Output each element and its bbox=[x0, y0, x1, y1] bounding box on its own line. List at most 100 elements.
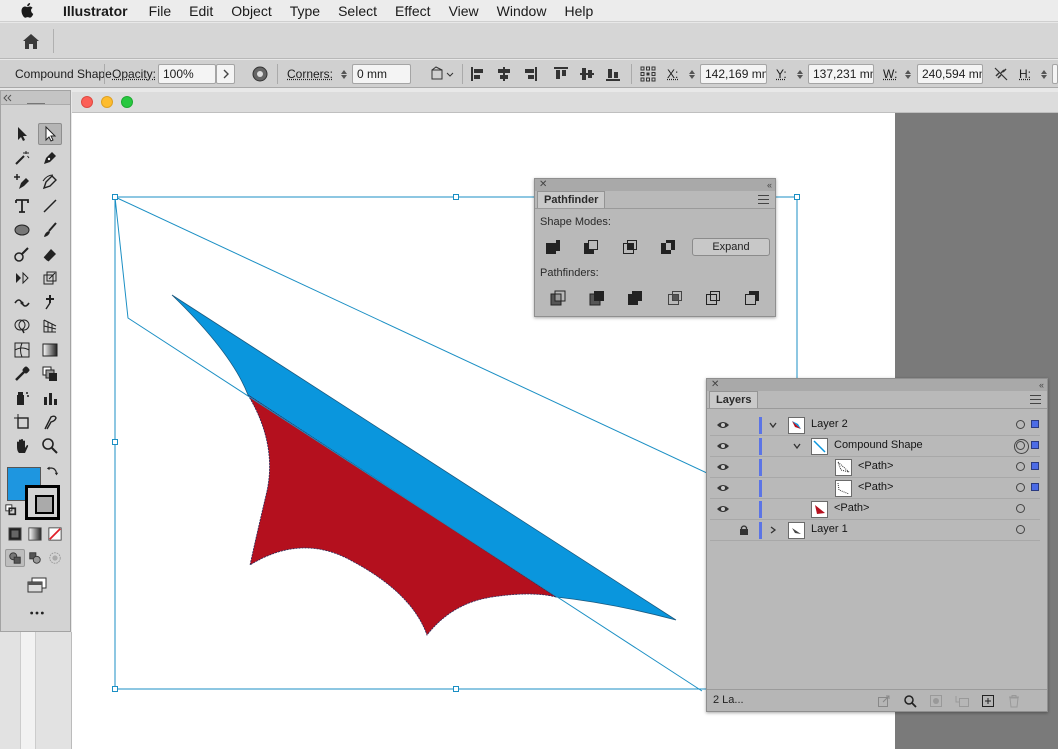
menu-object[interactable]: Object bbox=[222, 3, 280, 19]
create-sublayer-icon[interactable] bbox=[955, 694, 969, 708]
collect-for-export-icon[interactable] bbox=[877, 694, 891, 708]
minus-back-icon[interactable] bbox=[742, 288, 762, 308]
puppet-warp-tool-icon[interactable] bbox=[38, 291, 62, 313]
corners-label[interactable]: Corners: bbox=[287, 60, 333, 88]
gradient-tool-icon[interactable] bbox=[38, 339, 62, 361]
type-tool-icon[interactable] bbox=[10, 195, 34, 217]
locate-object-icon[interactable] bbox=[903, 694, 917, 708]
add-anchor-point-tool-icon[interactable] bbox=[10, 171, 34, 193]
exclude-icon[interactable] bbox=[658, 237, 678, 257]
minus-front-icon[interactable] bbox=[581, 237, 601, 257]
outline-icon[interactable] bbox=[703, 288, 723, 308]
perspective-grid-tool-icon[interactable] bbox=[38, 315, 62, 337]
menu-file[interactable]: File bbox=[140, 3, 181, 19]
fill-color-mode-icon[interactable] bbox=[5, 525, 25, 543]
curvature-tool-icon[interactable] bbox=[38, 171, 62, 193]
pen-tool-icon[interactable] bbox=[38, 147, 62, 169]
target-circle-icon[interactable] bbox=[1016, 462, 1025, 471]
draw-inside-icon[interactable] bbox=[45, 549, 65, 567]
target-circle-icon[interactable] bbox=[1016, 483, 1025, 492]
line-segment-tool-icon[interactable] bbox=[38, 195, 62, 217]
shape-options-icon[interactable] bbox=[430, 66, 456, 82]
pathfinder-menu-icon[interactable] bbox=[758, 195, 769, 204]
menu-view[interactable]: View bbox=[440, 3, 488, 19]
create-new-layer-icon[interactable] bbox=[981, 694, 995, 708]
menu-type[interactable]: Type bbox=[281, 3, 329, 19]
visibility-eye-icon[interactable] bbox=[716, 462, 730, 472]
opacity-label[interactable]: Opacity: bbox=[112, 60, 156, 88]
hand-tool-icon[interactable] bbox=[10, 435, 34, 457]
edit-toolbar-icon[interactable] bbox=[23, 605, 51, 621]
ellipse-tool-icon[interactable] bbox=[10, 219, 34, 241]
artboard-tool-icon[interactable] bbox=[10, 411, 34, 433]
delete-layer-icon[interactable] bbox=[1007, 694, 1021, 708]
align-bottom-icon[interactable] bbox=[605, 66, 621, 82]
window-close-button[interactable] bbox=[81, 96, 93, 108]
draw-behind-icon[interactable] bbox=[25, 549, 45, 567]
layer-row-compound-shape[interactable]: Compound Shape bbox=[710, 436, 1040, 457]
layer-row-layer-2[interactable]: Layer 2 bbox=[710, 415, 1040, 436]
visibility-eye-icon[interactable] bbox=[716, 483, 730, 493]
x-label[interactable]: X: bbox=[667, 60, 678, 88]
tools-panel-grip[interactable] bbox=[1, 91, 70, 105]
scale-tool-icon[interactable] bbox=[38, 267, 62, 289]
layer-row-path[interactable]: <Path> bbox=[710, 478, 1040, 499]
menu-window[interactable]: Window bbox=[488, 3, 556, 19]
layer-row-path[interactable]: <Path> bbox=[710, 499, 1040, 520]
tab-pathfinder[interactable]: Pathfinder bbox=[537, 191, 606, 208]
lock-icon[interactable] bbox=[738, 524, 750, 536]
layer-name[interactable]: Layer 2 bbox=[811, 418, 848, 430]
none-mode-icon[interactable] bbox=[45, 525, 65, 543]
layer-row-path[interactable]: <Path> bbox=[710, 457, 1040, 478]
chevron-down-icon[interactable] bbox=[768, 420, 778, 430]
w-label[interactable]: W: bbox=[883, 60, 897, 88]
pathfinder-collapse-icon[interactable]: ‹‹ bbox=[767, 179, 772, 191]
layers-collapse-icon[interactable]: ‹‹ bbox=[1039, 379, 1044, 391]
trim-icon[interactable] bbox=[587, 288, 607, 308]
selection-indicator[interactable] bbox=[1031, 420, 1039, 428]
align-horizontal-center-icon[interactable] bbox=[496, 66, 512, 82]
constrain-proportions-icon[interactable] bbox=[993, 66, 1009, 82]
visibility-eye-icon[interactable] bbox=[716, 504, 730, 514]
menu-effect[interactable]: Effect bbox=[386, 3, 440, 19]
home-icon[interactable] bbox=[18, 29, 44, 53]
paintbrush-tool-icon[interactable] bbox=[38, 219, 62, 241]
target-circle-icon[interactable] bbox=[1016, 420, 1025, 429]
crop-icon[interactable] bbox=[665, 288, 685, 308]
opacity-expand-button[interactable] bbox=[216, 64, 235, 84]
zoom-tool-icon[interactable] bbox=[38, 435, 62, 457]
align-left-icon[interactable] bbox=[470, 66, 486, 82]
draw-normal-icon[interactable] bbox=[5, 549, 25, 567]
align-vertical-center-icon[interactable] bbox=[579, 66, 595, 82]
h-label[interactable]: H: bbox=[1019, 60, 1031, 88]
blend-tool-icon[interactable] bbox=[38, 363, 62, 385]
symbol-sprayer-tool-icon[interactable] bbox=[10, 387, 34, 409]
visibility-eye-icon[interactable] bbox=[716, 441, 730, 451]
selection-indicator[interactable] bbox=[1031, 441, 1039, 449]
y-label[interactable]: Y: bbox=[776, 60, 787, 88]
change-screen-mode-icon[interactable] bbox=[23, 575, 51, 595]
magic-wand-tool-icon[interactable] bbox=[10, 147, 34, 169]
mesh-tool-icon[interactable] bbox=[10, 339, 34, 361]
pathfinder-close-icon[interactable]: ✕ bbox=[539, 179, 547, 191]
gradient-mode-icon[interactable] bbox=[25, 525, 45, 543]
corners-stepper[interactable] bbox=[337, 64, 350, 84]
chevron-right-icon[interactable] bbox=[768, 525, 778, 535]
layer-name[interactable]: Layer 1 bbox=[811, 523, 848, 535]
y-stepper[interactable] bbox=[793, 64, 806, 84]
default-fill-stroke-icon[interactable] bbox=[4, 503, 18, 517]
apple-icon[interactable] bbox=[20, 2, 36, 19]
menu-edit[interactable]: Edit bbox=[180, 3, 222, 19]
visibility-eye-icon[interactable] bbox=[716, 420, 730, 430]
eraser-tool-icon[interactable] bbox=[38, 243, 62, 265]
expand-button[interactable]: Expand bbox=[692, 238, 770, 256]
slice-tool-icon[interactable] bbox=[38, 411, 62, 433]
w-field[interactable]: 240,594 mm bbox=[917, 64, 983, 84]
target-circle-icon[interactable] bbox=[1014, 439, 1029, 454]
menu-help[interactable]: Help bbox=[555, 3, 602, 19]
align-right-icon[interactable] bbox=[522, 66, 538, 82]
corners-field[interactable]: 0 mm bbox=[352, 64, 411, 84]
intersect-icon[interactable] bbox=[620, 237, 640, 257]
h-field[interactable] bbox=[1052, 64, 1058, 84]
y-field[interactable]: 137,231 mm bbox=[808, 64, 874, 84]
